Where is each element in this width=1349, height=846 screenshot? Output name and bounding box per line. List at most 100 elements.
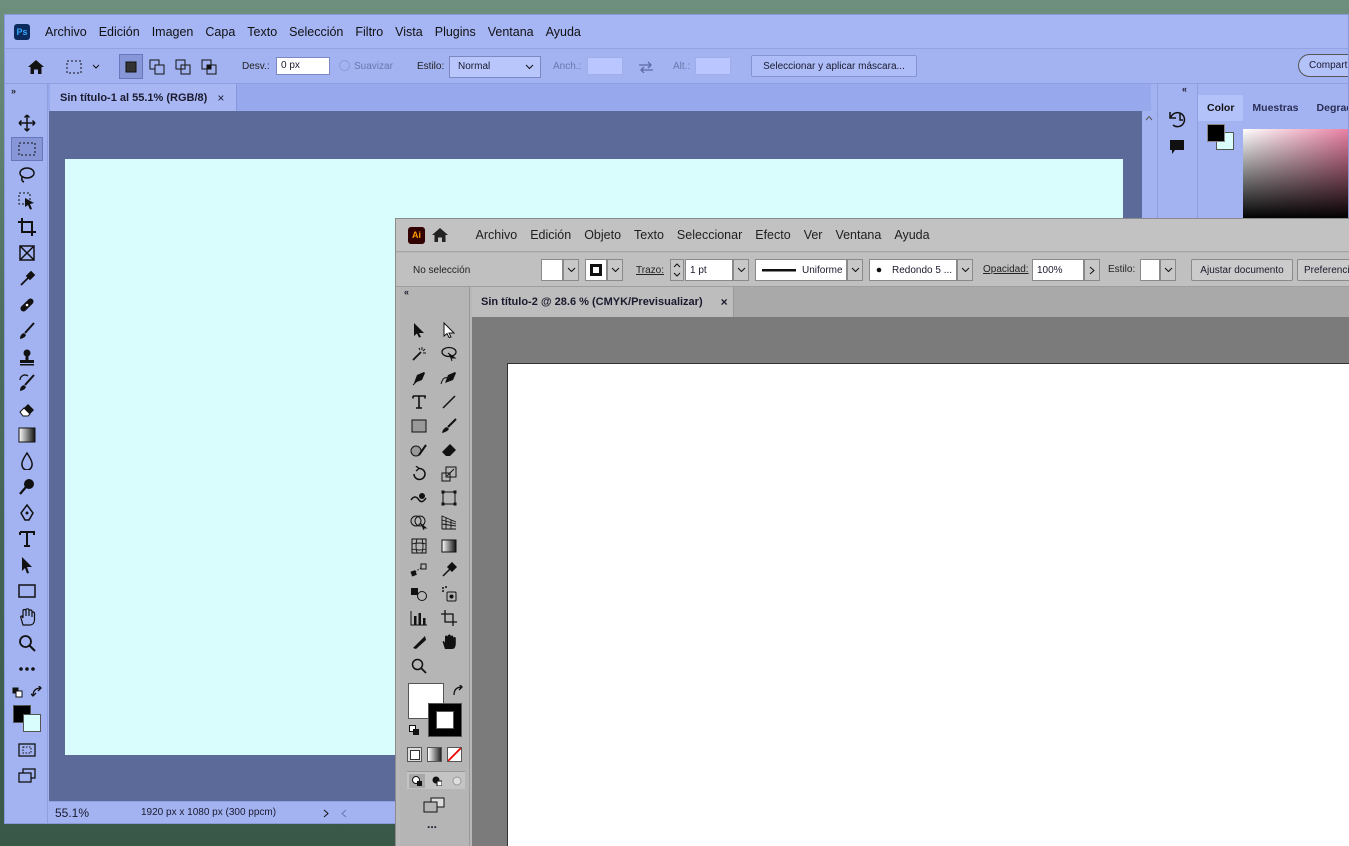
selection-tool-icon[interactable] bbox=[406, 319, 432, 341]
stroke-weight-input[interactable]: 1 pt bbox=[685, 259, 733, 281]
clone-stamp-tool-icon[interactable] bbox=[11, 345, 43, 369]
collapse-toolbar-icon[interactable]: » bbox=[11, 86, 16, 96]
pen-tool-icon[interactable] bbox=[11, 501, 43, 525]
gradient-tool-icon[interactable] bbox=[436, 535, 462, 557]
crop-tool-icon[interactable] bbox=[11, 215, 43, 239]
tab-muestras[interactable]: Muestras bbox=[1243, 95, 1307, 121]
stroke-weight-dropdown[interactable] bbox=[733, 259, 749, 281]
rectangle-tool-icon[interactable] bbox=[11, 579, 43, 603]
ai-menu-texto[interactable]: Texto bbox=[628, 228, 671, 242]
brush-select[interactable]: Redondo 5 ... bbox=[869, 259, 957, 281]
shape-builder-tool-icon[interactable] bbox=[406, 511, 432, 533]
warp-tool-icon[interactable] bbox=[406, 487, 432, 509]
graphic-style-dropdown[interactable] bbox=[1160, 259, 1176, 281]
gradient-mode-icon[interactable] bbox=[427, 747, 442, 762]
eyedropper-tool-icon[interactable] bbox=[436, 559, 462, 581]
tab-degradados[interactable]: Degradados bbox=[1308, 95, 1348, 121]
object-selection-tool-icon[interactable] bbox=[11, 189, 43, 213]
ai-stroke-color-box[interactable] bbox=[428, 703, 462, 737]
eyedropper-tool-icon[interactable] bbox=[11, 267, 43, 291]
stroke-weight-stepper[interactable] bbox=[670, 259, 684, 281]
ai-menu-archivo[interactable]: Archivo bbox=[469, 228, 524, 242]
lasso-tool-icon[interactable] bbox=[436, 343, 462, 365]
history-panel-icon[interactable] bbox=[1168, 110, 1186, 128]
shaper-tool-icon[interactable] bbox=[406, 439, 432, 461]
marquee-preset-icon[interactable] bbox=[65, 57, 101, 77]
quick-mask-icon[interactable] bbox=[11, 738, 43, 762]
intersect-selection-icon[interactable] bbox=[197, 57, 221, 77]
artboard-tool-icon[interactable] bbox=[436, 607, 462, 629]
subtract-selection-icon[interactable] bbox=[171, 57, 195, 77]
more-tools-icon[interactable]: ... bbox=[427, 817, 437, 831]
hand-tool-icon[interactable] bbox=[436, 631, 462, 653]
healing-brush-tool-icon[interactable] bbox=[11, 293, 43, 317]
ai-default-fill-stroke-icon[interactable] bbox=[409, 725, 420, 736]
close-icon[interactable]: × bbox=[217, 91, 224, 105]
graphic-style-swatch[interactable] bbox=[1140, 259, 1160, 281]
color-mode-icon[interactable] bbox=[407, 747, 422, 762]
chevron-left-icon[interactable] bbox=[341, 809, 347, 818]
more-tools-icon[interactable] bbox=[11, 657, 43, 681]
fill-swatch[interactable] bbox=[541, 259, 563, 281]
direct-selection-tool-icon[interactable] bbox=[436, 319, 462, 341]
ps-menu-imagen[interactable]: Imagen bbox=[146, 25, 200, 39]
line-tool-icon[interactable] bbox=[436, 391, 462, 413]
move-tool-icon[interactable] bbox=[11, 111, 43, 135]
ai-document-tab[interactable]: Sin título-2 @ 28.6 % (CMYK/Previsualiza… bbox=[472, 287, 734, 317]
brush-tool-icon[interactable] bbox=[11, 319, 43, 343]
history-brush-tool-icon[interactable] bbox=[11, 371, 43, 395]
rotate-tool-icon[interactable] bbox=[406, 463, 432, 485]
ai-menu-objeto[interactable]: Objeto bbox=[578, 228, 628, 242]
feather-input[interactable]: 0 px bbox=[276, 57, 330, 75]
zoom-tool-icon[interactable] bbox=[406, 655, 432, 677]
blend-tool-icon[interactable] bbox=[406, 559, 432, 581]
ps-menu-capa[interactable]: Capa bbox=[199, 25, 241, 39]
ps-document-tab[interactable]: Sin título-1 al 55.1% (RGB/8) × bbox=[50, 84, 237, 111]
fill-dropdown[interactable] bbox=[563, 259, 579, 281]
gradient-tool-icon[interactable] bbox=[11, 423, 43, 447]
type-tool-icon[interactable] bbox=[11, 527, 43, 551]
rectangle-tool-icon[interactable] bbox=[406, 415, 432, 437]
stroke-profile-dropdown[interactable] bbox=[847, 259, 863, 281]
ps-menu-archivo[interactable]: Archivo bbox=[39, 25, 93, 39]
stroke-profile-select[interactable]: Uniforme bbox=[755, 259, 847, 281]
stroke-dropdown[interactable] bbox=[607, 259, 623, 281]
perspective-grid-tool-icon[interactable] bbox=[436, 511, 462, 533]
zoom-tool-icon[interactable] bbox=[11, 631, 43, 655]
eraser-tool-icon[interactable] bbox=[11, 397, 43, 421]
close-icon[interactable]: × bbox=[721, 295, 728, 309]
ps-menu-filtro[interactable]: Filtro bbox=[349, 25, 389, 39]
column-graph-tool-icon[interactable] bbox=[406, 607, 432, 629]
home-icon[interactable] bbox=[25, 57, 47, 77]
curvature-tool-icon[interactable] bbox=[436, 367, 462, 389]
ps-menu-ayuda[interactable]: Ayuda bbox=[540, 25, 587, 39]
fit-document-button[interactable]: Ajustar documento bbox=[1191, 259, 1293, 281]
brush-dropdown[interactable] bbox=[957, 259, 973, 281]
tab-color[interactable]: Color bbox=[1198, 95, 1244, 121]
pen-tool-icon[interactable] bbox=[406, 367, 432, 389]
preferences-button[interactable]: Preferencias bbox=[1297, 259, 1349, 281]
swap-dimensions-icon[interactable] bbox=[635, 57, 657, 77]
panel-foreground-swatch[interactable] bbox=[1207, 124, 1225, 142]
blur-tool-icon[interactable] bbox=[11, 449, 43, 473]
lasso-tool-icon[interactable] bbox=[11, 163, 43, 187]
opacity-input[interactable]: 100% bbox=[1032, 259, 1084, 281]
collapse-dock-icon[interactable]: « bbox=[1182, 84, 1187, 94]
frame-tool-icon[interactable] bbox=[11, 241, 43, 265]
ai-menu-ventana[interactable]: Ventana bbox=[829, 228, 888, 242]
stroke-swatch[interactable] bbox=[585, 259, 607, 281]
color-picker-field[interactable] bbox=[1243, 129, 1348, 219]
share-button[interactable]: Compartir bbox=[1298, 54, 1348, 77]
ai-swap-fill-stroke-icon[interactable] bbox=[452, 685, 464, 697]
ai-menu-seleccionar[interactable]: Seleccionar bbox=[670, 228, 748, 242]
antialias-checkbox[interactable] bbox=[339, 60, 350, 71]
hand-tool-icon[interactable] bbox=[11, 605, 43, 629]
zoom-level[interactable]: 55.1% bbox=[55, 806, 89, 820]
ai-collapse-toolbar-icon[interactable]: « bbox=[404, 287, 409, 297]
draw-inside-icon[interactable] bbox=[449, 774, 465, 788]
swap-colors-icon[interactable] bbox=[31, 686, 43, 698]
slice-tool-icon[interactable] bbox=[406, 631, 432, 653]
comments-panel-icon[interactable] bbox=[1169, 139, 1185, 155]
height-input[interactable] bbox=[695, 57, 731, 75]
ai-menu-edicion[interactable]: Edición bbox=[524, 228, 578, 242]
